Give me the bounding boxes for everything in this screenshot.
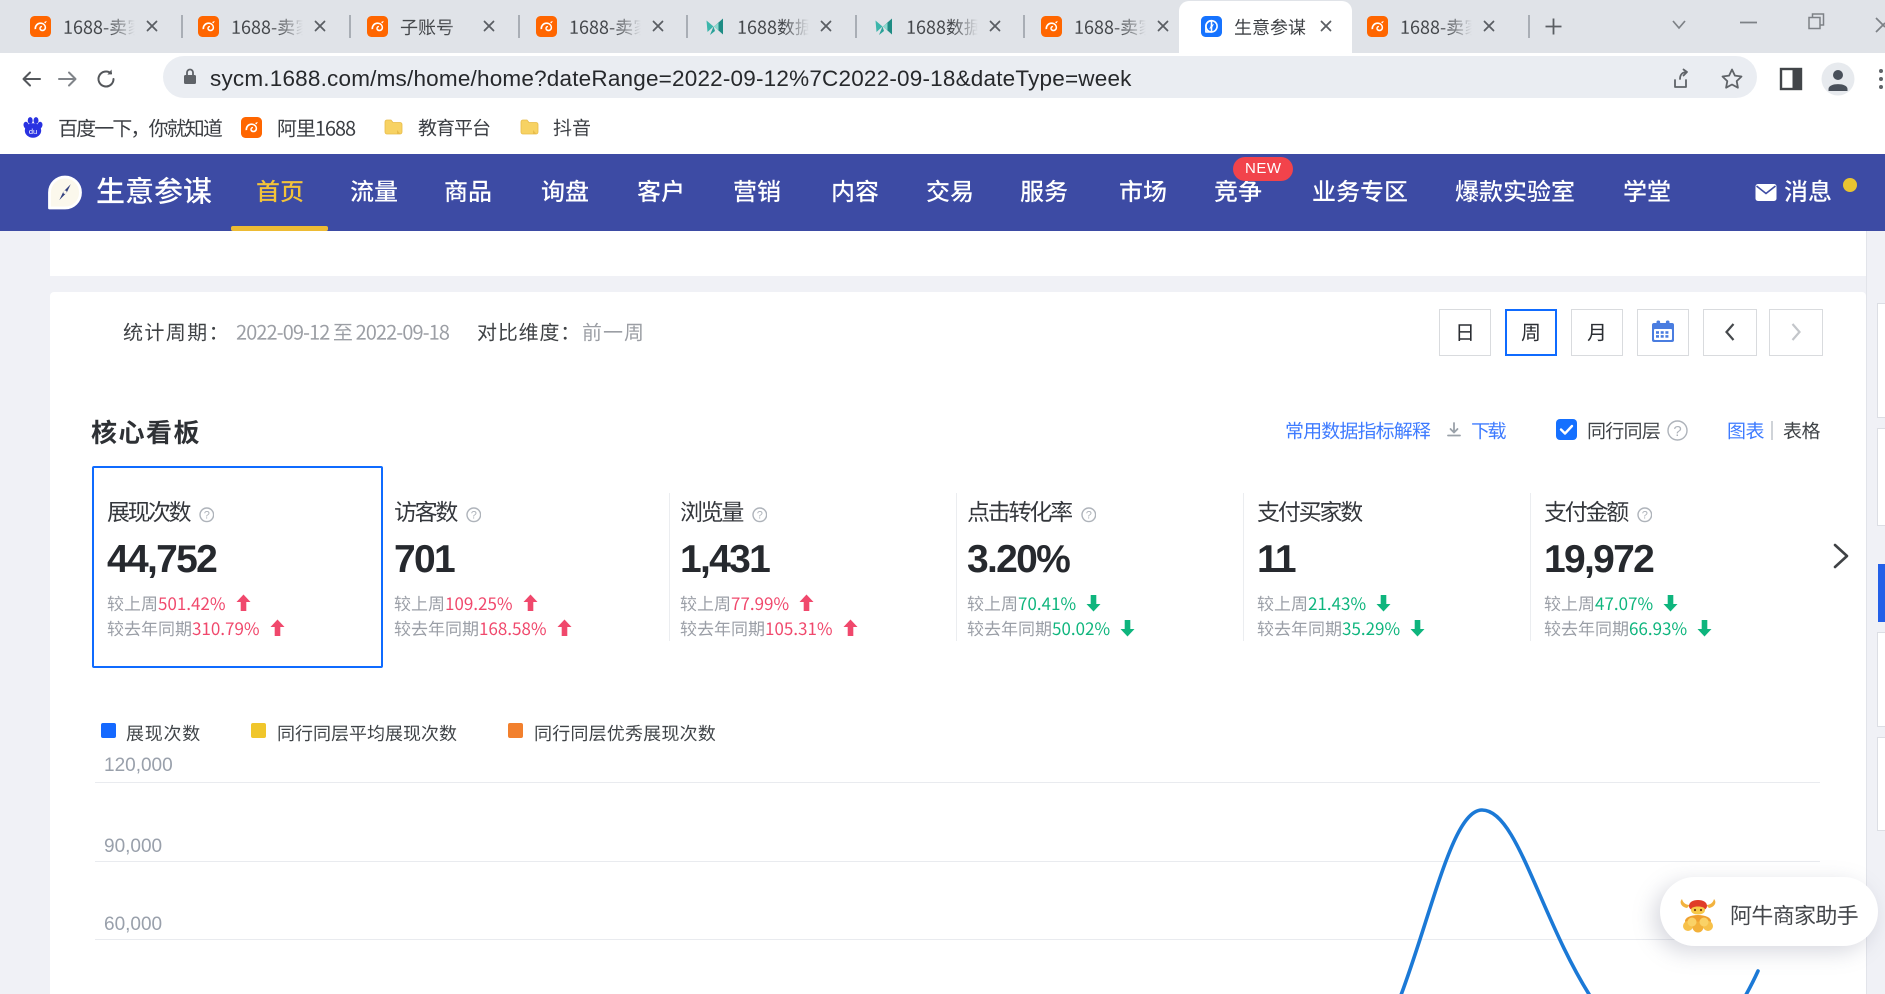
svg-text:?: ? xyxy=(1085,510,1091,522)
svg-text:?: ? xyxy=(756,510,762,522)
svg-text:?: ? xyxy=(1673,422,1681,439)
svg-text:du: du xyxy=(29,127,37,136)
svg-text:?: ? xyxy=(1641,510,1647,522)
svg-text:?: ? xyxy=(203,510,209,522)
svg-text:?: ? xyxy=(470,510,476,522)
